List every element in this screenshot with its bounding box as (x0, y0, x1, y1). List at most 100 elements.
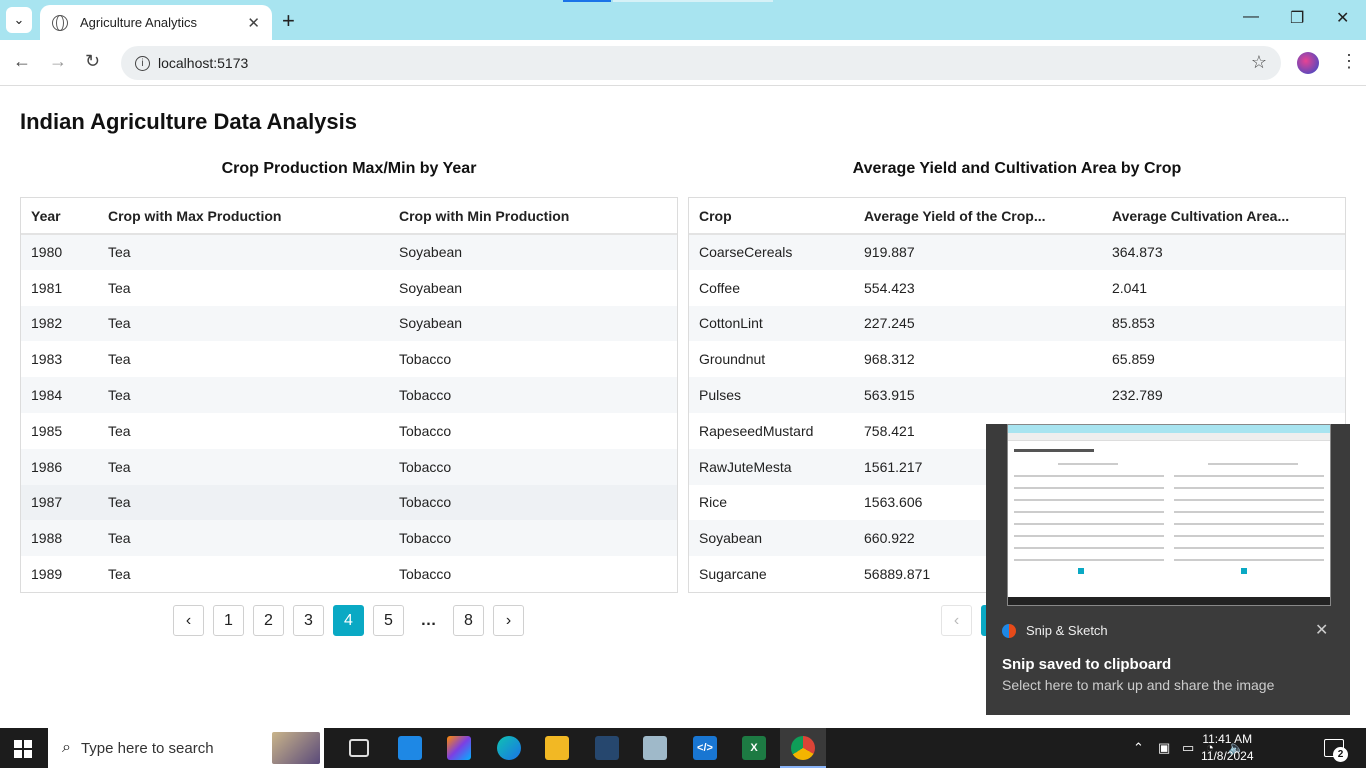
cell-year: 1980 (21, 234, 98, 270)
cell-avg-area: 364.873 (1102, 234, 1345, 270)
cell-min-crop: Soyabean (389, 234, 677, 270)
table-row[interactable]: 1987 Tea Tobacco (21, 484, 677, 521)
search-highlight-image[interactable] (272, 732, 320, 764)
cell-max-crop: Tea (108, 422, 131, 439)
microsoft-store-icon[interactable] (398, 736, 422, 760)
right-table-heading: Average Yield and Cultivation Area by Cr… (852, 160, 1182, 177)
tab-search-button[interactable]: ⌄ (6, 7, 32, 33)
table-row[interactable]: Pulses 563.915 232.789 (689, 377, 1345, 413)
column-header-year[interactable]: Year (21, 198, 98, 235)
windows-start-icon[interactable] (14, 740, 32, 758)
cell-year: 1986 (21, 448, 98, 485)
close-window-button[interactable]: ✕ (1336, 8, 1349, 28)
left-pagination: ‹ 1 2 3 4 5 … 8 › (173, 605, 524, 636)
page-ellipsis[interactable]: … (413, 605, 444, 636)
taskbar-search-box[interactable]: ⌕ Type here to search (48, 728, 324, 768)
table-row[interactable]: Coffee 554.423 2.041 (689, 270, 1345, 306)
cell-min-crop: Tobacco (399, 351, 452, 368)
column-header-max-crop[interactable]: Crop with Max Production (98, 198, 389, 235)
cell-year: 1982 (21, 305, 98, 342)
meet-now-icon[interactable]: ▣ (1158, 740, 1170, 756)
table-row[interactable]: CottonLint 227.245 85.853 (689, 305, 1345, 342)
dev-tool-icon[interactable] (595, 736, 619, 760)
cell-crop: CottonLint (689, 305, 854, 342)
cell-crop: RawJuteMesta (689, 448, 854, 485)
tray-chevron-icon[interactable]: ⌃ (1133, 740, 1144, 756)
tab-title: Agriculture Analytics (80, 15, 198, 30)
battery-icon[interactable]: ▭ (1182, 740, 1194, 756)
address-bar[interactable]: i localhost:5173 ☆ (121, 46, 1281, 80)
new-tab-button[interactable]: + (282, 8, 295, 34)
cell-crop: RapeseedMustard (699, 422, 814, 439)
right-pagination: ‹ (941, 605, 989, 636)
page-button-5[interactable]: 5 (373, 605, 404, 636)
url-text: localhost:5173 (158, 55, 249, 71)
copilot-icon[interactable] (447, 736, 471, 760)
table-row[interactable]: 1980 Tea Soyabean (21, 234, 677, 270)
cell-avg-yield: 554.423 (864, 279, 915, 296)
paint-icon[interactable] (643, 736, 667, 760)
table-header-row: Year Crop with Max Production Crop with … (21, 198, 677, 235)
back-button[interactable]: ← (13, 51, 31, 72)
clock-time: 11:41 AM (1202, 732, 1253, 746)
file-explorer-icon[interactable] (545, 736, 569, 760)
column-header-avg-area[interactable]: Average Cultivation Area... (1102, 198, 1345, 235)
table-row[interactable]: 1988 Tea Tobacco (21, 520, 677, 557)
reload-button[interactable]: ↻ (85, 51, 100, 72)
cell-year: 1981 (31, 279, 63, 296)
cell-min-crop: Tobacco (389, 520, 677, 557)
table-row[interactable]: 1985 Tea Tobacco (21, 413, 677, 449)
cell-crop: Soyabean (689, 520, 854, 557)
table-row[interactable]: 1986 Tea Tobacco (21, 448, 677, 485)
column-header-avg-yield[interactable]: Average Yield of the Crop... (854, 198, 1102, 235)
profile-avatar[interactable] (1297, 52, 1319, 74)
table-row[interactable]: CoarseCereals 919.887 364.873 (689, 234, 1345, 270)
table-row[interactable]: 1984 Tea Tobacco (21, 377, 677, 413)
table-row[interactable]: Groundnut 968.312 65.859 (689, 341, 1345, 377)
task-view-icon[interactable] (349, 739, 369, 757)
prev-page-button[interactable]: ‹ (173, 605, 204, 636)
left-table-heading: Crop Production Max/Min by Year (221, 160, 477, 177)
menu-kebab-icon[interactable]: ⋮ (1340, 51, 1358, 72)
page-button-4[interactable]: 4 (333, 605, 364, 636)
snip-thumbnail[interactable] (1007, 424, 1331, 606)
browser-tab[interactable]: Agriculture Analytics ✕ (40, 5, 272, 40)
chrome-icon[interactable] (791, 736, 815, 760)
cell-year: 1985 (31, 422, 63, 439)
toast-close-icon[interactable]: ✕ (1315, 620, 1328, 640)
table-row[interactable]: 1989 Tea Tobacco (21, 556, 677, 592)
cell-year: 1984 (21, 377, 98, 413)
restore-button[interactable]: ❐ (1290, 8, 1304, 28)
page-button-3[interactable]: 3 (293, 605, 324, 636)
page-button-8[interactable]: 8 (453, 605, 484, 636)
column-header-crop[interactable]: Crop (689, 198, 854, 235)
minimize-button[interactable]: — (1243, 8, 1259, 26)
prev-page-button[interactable]: ‹ (941, 605, 972, 636)
snip-toast-notification[interactable]: Snip & Sketch ✕ Snip saved to clipboard … (986, 424, 1350, 715)
cell-max-crop: Tea (108, 279, 131, 296)
cell-max-crop: Tea (98, 234, 389, 270)
page-button-2[interactable]: 2 (253, 605, 284, 636)
cell-avg-yield: 563.915 (854, 377, 1102, 413)
next-page-button[interactable]: › (493, 605, 524, 636)
close-tab-icon[interactable]: ✕ (247, 14, 260, 32)
cell-crop: Groundnut (699, 351, 766, 368)
vscode-icon[interactable]: </> (693, 736, 717, 760)
site-info-icon[interactable]: i (135, 55, 150, 71)
table-row[interactable]: 1982 Tea Soyabean (21, 305, 677, 342)
column-header-min-crop[interactable]: Crop with Min Production (389, 198, 677, 235)
toast-title: Snip saved to clipboard (1002, 656, 1172, 673)
edge-browser-icon[interactable] (497, 736, 521, 760)
table-row[interactable]: 1981 Tea Soyabean (21, 270, 677, 306)
cell-max-crop: Tea (98, 448, 389, 485)
max-min-production-table: Year Crop with Max Production Crop with … (20, 197, 678, 593)
cell-avg-yield: 919.887 (854, 234, 1102, 270)
taskbar-clock[interactable]: 11:41 AM 11/8/2024 (1201, 731, 1254, 765)
excel-icon[interactable]: X (742, 736, 766, 760)
forward-button[interactable]: → (49, 51, 67, 72)
browser-toolbar: ← → ↻ i localhost:5173 ☆ ⋮ (0, 40, 1366, 86)
cell-avg-area: 2.041 (1112, 279, 1148, 296)
bookmark-star-icon[interactable]: ☆ (1251, 52, 1267, 73)
table-row[interactable]: 1983 Tea Tobacco (21, 341, 677, 377)
page-button-1[interactable]: 1 (213, 605, 244, 636)
